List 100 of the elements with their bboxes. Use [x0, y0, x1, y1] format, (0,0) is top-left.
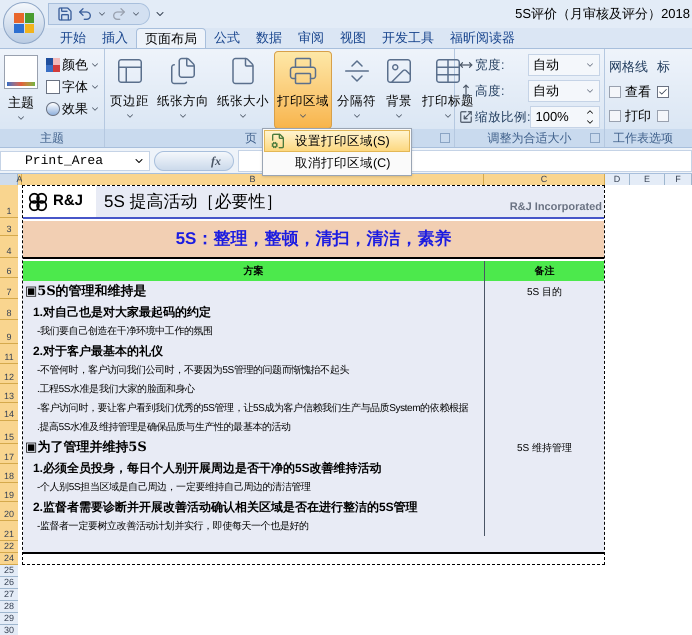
checkbox[interactable] [609, 86, 621, 98]
size-field[interactable]: 自动 [528, 54, 600, 76]
ribbon-tab[interactable]: 审阅 [290, 28, 332, 48]
size-field[interactable]: 100% [530, 106, 600, 128]
row-header[interactable]: 4 [0, 236, 18, 258]
row-header[interactable]: 6 [0, 258, 18, 278]
save-icon[interactable] [57, 6, 73, 22]
ribbon-button[interactable]: 纸张大小 [214, 51, 272, 129]
office-logo-icon [14, 13, 34, 33]
column-header[interactable]: C [484, 174, 605, 185]
row-header[interactable]: 13 [0, 384, 18, 403]
themes-icon [4, 55, 38, 89]
ribbon-tab[interactable]: 开始 [52, 28, 94, 48]
ribbon-tab[interactable]: 福昕阅读器 [442, 28, 523, 48]
insert-function-button[interactable]: fx [154, 150, 234, 170]
ribbon-tab[interactable]: 公式 [206, 28, 248, 48]
checkbox-label: 查看 [625, 82, 651, 101]
print-area-icon [270, 133, 286, 149]
row-header[interactable]: 19 [0, 483, 18, 502]
company-name: R&J Incorporated [510, 200, 603, 214]
row-header[interactable]: 26 [0, 577, 18, 589]
row-header[interactable]: 15 [0, 421, 18, 444]
group-label: 调整为合适大小 [488, 130, 572, 147]
detail-text: -监督者一定要树立改善活动计划并实行，即使每天一个也是好的 [37, 520, 309, 534]
group-label: 工作表选项 [613, 130, 673, 147]
checkbox[interactable] [657, 86, 669, 98]
ribbon-button[interactable]: 分隔符 [334, 51, 379, 129]
ribbon-small-button[interactable]: 效果 [46, 99, 100, 119]
ribbon-tab[interactable]: 开发工具 [374, 28, 442, 48]
size-field[interactable]: 自动 [528, 80, 600, 102]
page-setup-icon [384, 56, 414, 86]
point-text: 1.必须全员投身，每日个人别开展周边是否干净的5S改善维持活动 [33, 460, 382, 477]
ribbon-tab[interactable]: 插入 [94, 28, 136, 48]
menu-item[interactable]: 取消打印区域(C) [264, 152, 410, 174]
undo-icon[interactable] [77, 6, 93, 22]
field-label: 缩放比例: [475, 108, 530, 126]
menu-item[interactable]: 设置打印区域(S) [264, 130, 410, 152]
row-header[interactable]: 14 [0, 403, 18, 421]
detail-text: -我们要自己创造在干净环境中工作的氛围 [37, 324, 213, 339]
row-header[interactable]: 1 [0, 185, 18, 218]
detail-text: -不管何时，客户访问我们公司时，不要因为5S管理的问题而惭愧抬不起头 [37, 364, 349, 378]
row-header[interactable]: 18 [0, 464, 18, 483]
row-header[interactable]: 20 [0, 502, 18, 521]
ribbon-button[interactable]: 页边距 [107, 51, 152, 129]
ribbon-button[interactable]: 纸张方向 [154, 51, 212, 129]
row-header[interactable]: 21 [0, 521, 18, 541]
color-swatch-icon [46, 58, 60, 72]
checkbox[interactable] [609, 110, 621, 122]
point-text: 2.对于客户最基本的礼仪 [33, 343, 164, 360]
point-text: 1.对自己也是对大家最起码的约定 [33, 304, 212, 321]
row-header[interactable]: 3 [0, 218, 18, 236]
row-header[interactable]: 25 [0, 565, 18, 577]
note-text: 5S 维持管理 [516, 442, 572, 456]
checkbox[interactable] [657, 110, 669, 122]
detail-text: .提高5S水准及维持管理是确保品质与生产性的最基本的活动 [37, 420, 291, 435]
logo-box: R&J [23, 186, 96, 217]
ribbon-button[interactable]: 打印区域 [274, 51, 332, 129]
ribbon-tab[interactable]: 数据 [248, 28, 290, 48]
row-header[interactable]: 9 [0, 320, 18, 344]
group-label: 主题 [40, 130, 64, 147]
logo-icon [27, 190, 49, 212]
page-setup-icon [168, 56, 198, 86]
row-header[interactable]: 22 [0, 541, 18, 553]
detail-text: -客户访问时，要让客户看到我们优秀的5S管理，让5S成为客户信赖我们生产与品质System的依赖根据 [37, 402, 468, 416]
row-header[interactable]: 12 [0, 364, 18, 384]
option-heading: 网格线 [609, 58, 649, 76]
themes-button[interactable]: 主题 [4, 53, 38, 122]
group-label: 页 [245, 130, 257, 147]
checkbox-label: 打印 [625, 106, 651, 125]
row-header[interactable]: 8 [0, 299, 18, 320]
ribbon-tab[interactable]: 页面布局 [136, 28, 206, 48]
point-text: 2.监督者需要诊断并开展改善活动确认相关区域是否在进行整洁的5S管理 [33, 499, 418, 516]
table-header-cell-text: 备注 [534, 264, 556, 278]
window-title: 5S评价（月审核及评分）2018 [515, 5, 691, 24]
field-label: 宽度: [475, 56, 504, 74]
ribbon-tab[interactable]: 视图 [332, 28, 374, 48]
name-box[interactable]: Print_Area [0, 150, 150, 170]
section-heading: ▣为了管理并维持5S [25, 438, 147, 457]
note-text: 5S 目的 [526, 286, 562, 300]
row-header[interactable]: 27 [0, 589, 18, 601]
column-header[interactable]: B [22, 174, 484, 185]
row-header[interactable]: 7 [0, 278, 18, 299]
section-heading: ▣5S的管理和维持是 [25, 282, 147, 301]
sheet-title: 5S 提高活动［必要性］ [104, 190, 283, 213]
ribbon-small-button[interactable]: 字体 [46, 77, 100, 97]
detail-text: -个人别5S担当区域是自己周边，一定要维持自己周边的清洁管理 [37, 480, 311, 495]
ribbon-button[interactable]: 背景 [381, 51, 417, 129]
row-header[interactable]: 17 [0, 444, 18, 464]
row-header[interactable]: 30 [0, 625, 18, 635]
size-icon [459, 110, 473, 124]
banner: 5S：整理，整顿，清扫，清洁，素养 [23, 221, 604, 259]
row-header[interactable]: 29 [0, 613, 18, 625]
effects-icon [46, 102, 60, 116]
row-header[interactable]: 28 [0, 601, 18, 613]
row-header[interactable]: 11 [0, 344, 18, 364]
ribbon-small-button[interactable]: 颜色 [46, 55, 100, 75]
row-header[interactable]: 24 [0, 553, 18, 565]
field-label: 高度: [475, 82, 504, 100]
redo-icon[interactable] [111, 6, 127, 22]
page-setup-icon [433, 56, 463, 86]
